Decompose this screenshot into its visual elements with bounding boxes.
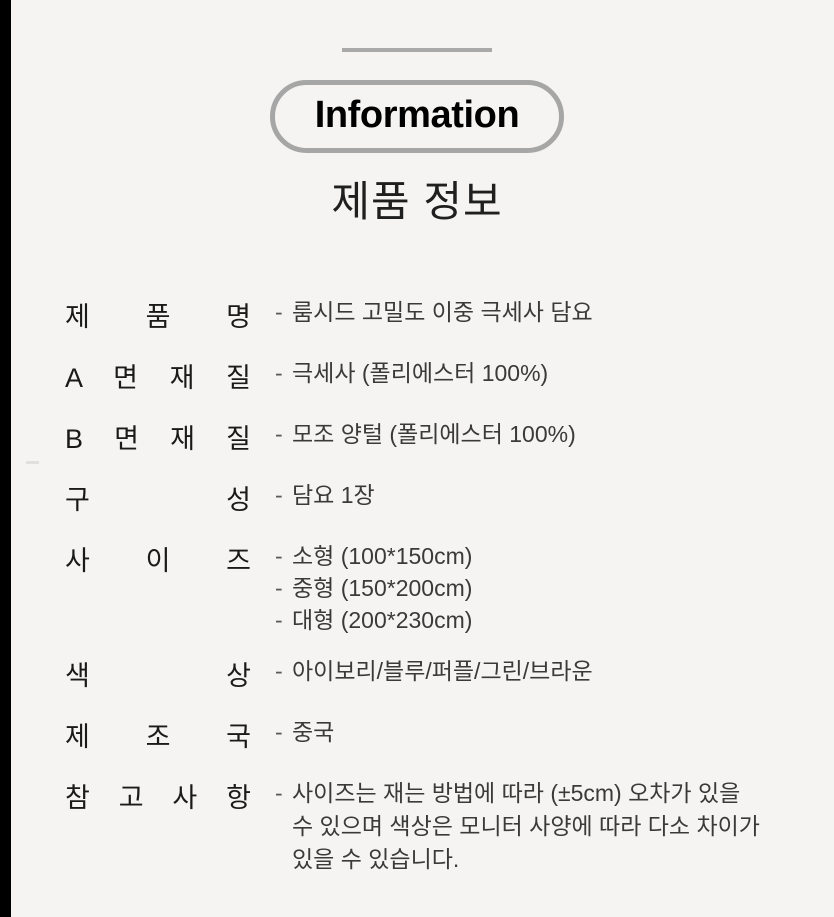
value-dash: - — [275, 360, 283, 386]
spec-value-text: 모조 양털 (폴리에스터 100%) — [292, 421, 576, 447]
information-badge-label: Information — [314, 94, 520, 136]
spec-row-label: 사 이 즈 — [65, 546, 251, 576]
spec-row: A 면 재 질 - 극세사 (폴리에스터 100%) — [65, 357, 785, 399]
spec-value-line: - 중형 (150*200cm) — [275, 572, 785, 604]
value-dash: - — [275, 543, 283, 569]
spec-value-text: 사이즈는 재는 방법에 따라 (±5cm) 오차가 있을 수 있으며 색상은 모… — [292, 780, 760, 872]
spec-row-values: - 소형 (100*150cm) - 중형 (150*200cm) - 대형 (200*2… — [251, 540, 785, 636]
spec-value-text: 룸시드 고밀도 이중 극세사 담요 — [292, 299, 593, 325]
spec-row: 구 성 - 담요 1장 — [65, 479, 785, 521]
spec-row: 참 고 사 항 - 사이즈는 재는 방법에 따라 (±5cm) 오차가 있을 수 있… — [65, 777, 785, 876]
spec-row-label: 구 성 — [65, 485, 251, 515]
spec-value-line: - 극세사 (폴리에스터 100%) — [275, 357, 785, 389]
product-information-page: Information 제품 정보 제 품 명 - 룸시드 고밀도 이중 극세사 담… — [0, 0, 834, 917]
top-divider-rule — [342, 48, 492, 52]
spec-row-label: B 면 재 질 — [65, 424, 251, 454]
spec-row-values: - 담요 1장 — [251, 479, 785, 511]
spec-row-values: - 극세사 (폴리에스터 100%) — [251, 357, 785, 389]
spec-row-values: - 룸시드 고밀도 이중 극세사 담요 — [251, 296, 785, 328]
value-dash: - — [275, 575, 283, 601]
spec-value-text: 극세사 (폴리에스터 100%) — [292, 360, 549, 386]
product-spec-table: 제 품 명 - 룸시드 고밀도 이중 극세사 담요 A 면 재 질 - 극세사 (폴리에스… — [65, 296, 785, 895]
spec-value-text: 중형 (150*200cm) — [292, 575, 473, 601]
spec-row-values: - 사이즈는 재는 방법에 따라 (±5cm) 오차가 있을 수 있으며 색상은 … — [251, 777, 785, 876]
spec-row: 색 상 - 아이보리/블루/퍼플/그린/브라운 — [65, 655, 785, 697]
spec-value-line: - 사이즈는 재는 방법에 따라 (±5cm) 오차가 있을 수 있으며 색상은 … — [275, 777, 785, 876]
spec-row: 제 조 국 - 중국 — [65, 716, 785, 758]
page-title: 제품 정보 — [331, 178, 503, 225]
value-dash: - — [275, 482, 283, 508]
value-dash: - — [275, 719, 283, 745]
spec-value-line: - 룸시드 고밀도 이중 극세사 담요 — [275, 296, 785, 328]
information-badge: Information — [269, 80, 565, 153]
spec-row-label: 색 상 — [65, 661, 251, 691]
spec-value-text: 담요 1장 — [292, 482, 375, 508]
left-margin-dash-mark — [26, 461, 39, 464]
spec-row-values: - 모조 양털 (폴리에스터 100%) — [251, 418, 785, 450]
spec-value-text: 중국 — [292, 719, 335, 745]
spec-value-line: - 대형 (200*230cm) — [275, 604, 785, 636]
spec-value-text: 소형 (100*150cm) — [292, 543, 473, 569]
value-dash: - — [275, 607, 283, 633]
spec-row-label: 제 품 명 — [65, 302, 251, 332]
value-dash: - — [275, 299, 283, 325]
value-dash: - — [275, 780, 283, 806]
spec-row: B 면 재 질 - 모조 양털 (폴리에스터 100%) — [65, 418, 785, 460]
spec-row-values: - 아이보리/블루/퍼플/그린/브라운 — [251, 655, 785, 687]
page-header: Information 제품 정보 — [0, 0, 834, 225]
spec-value-text: 대형 (200*230cm) — [292, 607, 473, 633]
spec-value-line: - 아이보리/블루/퍼플/그린/브라운 — [275, 655, 785, 687]
spec-row-label: A 면 재 질 — [65, 363, 251, 393]
spec-value-line: - 담요 1장 — [275, 479, 785, 511]
spec-row-values: - 중국 — [251, 716, 785, 748]
spec-row: 제 품 명 - 룸시드 고밀도 이중 극세사 담요 — [65, 296, 785, 338]
spec-value-text: 아이보리/블루/퍼플/그린/브라운 — [292, 658, 593, 684]
spec-row-label: 참 고 사 항 — [65, 783, 251, 813]
spec-value-line: - 소형 (100*150cm) — [275, 540, 785, 572]
value-dash: - — [275, 658, 283, 684]
spec-row: 사 이 즈 - 소형 (100*150cm) - 중형 (150*200cm) - 대형 (… — [65, 540, 785, 636]
spec-value-line: - 중국 — [275, 716, 785, 748]
spec-row-label: 제 조 국 — [65, 722, 251, 752]
value-dash: - — [275, 421, 283, 447]
spec-value-line: - 모조 양털 (폴리에스터 100%) — [275, 418, 785, 450]
